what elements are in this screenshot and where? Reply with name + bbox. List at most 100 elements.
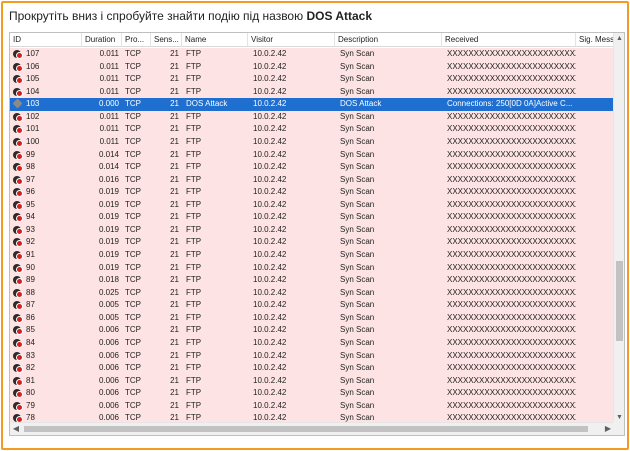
table-row[interactable]: 106 0.011 TCP 21 FTP 10.0.2.42 Syn Scan XXXXXXX…	[10, 60, 614, 74]
cell-visitor: 10.0.2.42	[253, 224, 287, 234]
vertical-scroll-thumb[interactable]	[616, 261, 623, 341]
cell-duration: 0.011	[99, 74, 119, 84]
table-row[interactable]: 82 0.006 TCP 21 FTP 10.0.2.42 Syn Scan XXXXXXXX…	[10, 362, 614, 375]
table-row[interactable]: 104 0.011 TCP 21 FTP 10.0.2.42 Syn Scan XXXXXXX…	[10, 85, 614, 99]
cell-protocol: TCP	[125, 111, 141, 121]
horizontal-scrollbar[interactable]: ◀ ▶	[10, 422, 614, 435]
table-row[interactable]: 86 0.005 TCP 21 FTP 10.0.2.42 Syn Scan XXXXXXXX…	[10, 311, 614, 325]
cell-duration: 0.011	[99, 136, 119, 146]
cell-duration: 0.014	[98, 149, 119, 159]
cell-received: XXXXXXXXXXXXXXXXXXXXXXXXX...	[447, 312, 576, 322]
cell-visitor: 10.0.2.42	[253, 237, 287, 247]
cell-id: 99	[26, 149, 35, 159]
app-frame: Прокрутіть вниз і спробуйте знайти подію…	[1, 1, 629, 450]
table-row[interactable]: 84 0.006 TCP 21 FTP 10.0.2.42 Syn Scan XXXXXXXX…	[10, 336, 614, 350]
table-row[interactable]: 90 0.019 TCP 21 FTP 10.0.2.42 Syn Scan XXXXXXXX…	[10, 261, 614, 275]
column-header-id[interactable]: ID	[10, 33, 82, 47]
cell-id: 88	[26, 287, 35, 297]
column-header-sig-message[interactable]: Sig. Message	[576, 33, 614, 47]
cell-visitor: 10.0.2.42	[253, 388, 287, 398]
column-header-description[interactable]: Description	[335, 33, 442, 47]
column-header-duration[interactable]: Duration	[82, 33, 122, 47]
table-row[interactable]: 96 0.019 TCP 21 FTP 10.0.2.42 Syn Scan XXXXXXXX…	[10, 186, 614, 199]
cell-duration: 0.019	[98, 224, 119, 234]
column-header-sensor[interactable]: Sens...	[151, 33, 182, 47]
table-row[interactable]: 95 0.019 TCP 21 FTP 10.0.2.42 Syn Scan XXXXXXXX…	[10, 198, 614, 212]
cell-id: 107	[26, 49, 40, 58]
table-row[interactable]: 81 0.006 TCP 21 FTP 10.0.2.42 Syn Scan XXXXXXXX…	[10, 374, 614, 388]
cell-id: 95	[26, 199, 35, 209]
cell-duration: 0.019	[98, 187, 119, 197]
table-row[interactable]: 94 0.019 TCP 21 FTP 10.0.2.42 Syn Scan XXXXXXXX…	[10, 211, 614, 224]
cell-description: Syn Scan	[340, 388, 375, 398]
cell-description: Syn Scan	[340, 61, 375, 71]
cell-received: XXXXXXXXXXXXXXXXXXXXXXXXX...	[447, 61, 576, 71]
bug-alert-icon	[12, 401, 23, 411]
table-row[interactable]: 87 0.005 TCP 21 FTP 10.0.2.42 Syn Scan XXXXXXXX…	[10, 299, 614, 312]
table-row[interactable]: 92 0.019 TCP 21 FTP 10.0.2.42 Syn Scan XXXXXXXX…	[10, 236, 614, 249]
cell-received: XXXXXXXXXXXXXXXXXXXXXXXXX...	[447, 325, 576, 335]
cell-name: FTP	[186, 124, 202, 134]
table-row[interactable]: 98 0.014 TCP 21 FTP 10.0.2.42 Syn Scan XXXXXXXX…	[10, 161, 614, 174]
cell-sensor: 21	[170, 300, 179, 310]
column-header-protocol[interactable]: Pro...	[122, 33, 151, 47]
cell-description: Syn Scan	[340, 337, 375, 347]
cell-visitor: 10.0.2.42	[253, 400, 287, 410]
table-row-selected[interactable]: 103 0.000 TCP 21 DOS Attack 10.0.2.42 DOS Atta…	[10, 98, 614, 111]
cell-visitor: 10.0.2.42	[253, 312, 287, 322]
table-row[interactable]: 91 0.019 TCP 21 FTP 10.0.2.42 Syn Scan XXXXXXXX…	[10, 249, 614, 262]
cell-id: 97	[26, 174, 35, 184]
cell-received: XXXXXXXXXXXXXXXXXXXXXXXXX...	[447, 111, 576, 121]
cell-visitor: 10.0.2.42	[253, 287, 287, 297]
cell-name: FTP	[186, 136, 202, 146]
cell-duration: 0.025	[98, 287, 119, 297]
scroll-left-icon[interactable]: ◀	[10, 423, 22, 435]
cell-protocol: TCP	[125, 400, 141, 410]
table-row[interactable]: 102 0.011 TCP 21 FTP 10.0.2.42 Syn Scan XXXXXXX…	[10, 110, 614, 124]
cell-duration: 0.006	[98, 375, 119, 385]
scroll-up-icon[interactable]: ▲	[614, 33, 624, 44]
column-header-name[interactable]: Name	[182, 33, 248, 47]
cell-name: FTP	[186, 325, 202, 335]
cell-visitor: 10.0.2.42	[253, 61, 287, 71]
cell-duration: 0.016	[98, 174, 119, 184]
vertical-scrollbar[interactable]: ▲ ▼	[613, 33, 624, 423]
table-row[interactable]: 93 0.019 TCP 21 FTP 10.0.2.42 Syn Scan XXXXXXXX…	[10, 223, 614, 237]
table-row[interactable]: 97 0.016 TCP 21 FTP 10.0.2.42 Syn Scan XXXXXXXX…	[10, 173, 614, 187]
cell-name: FTP	[186, 363, 202, 373]
cell-name: DOS Attack	[186, 99, 228, 109]
table-row[interactable]: 80 0.006 TCP 21 FTP 10.0.2.42 Syn Scan XXXXXXXX…	[10, 387, 614, 400]
cell-duration: 0.011	[99, 86, 119, 96]
cell-id: 102	[26, 111, 40, 121]
cell-visitor: 10.0.2.42	[253, 350, 287, 360]
table-row[interactable]: 99 0.014 TCP 21 FTP 10.0.2.42 Syn Scan XXXXXXXX…	[10, 148, 614, 162]
cell-protocol: TCP	[125, 136, 141, 146]
bug-alert-icon	[12, 200, 23, 210]
column-header-visitor[interactable]: Visitor	[248, 33, 335, 47]
cell-name: FTP	[186, 111, 202, 121]
cell-duration: 0.005	[98, 300, 119, 310]
table-row[interactable]: 88 0.025 TCP 21 FTP 10.0.2.42 Syn Scan XXXXXXXX…	[10, 286, 614, 300]
column-header-received[interactable]: Received	[442, 33, 576, 47]
horizontal-scroll-thumb[interactable]	[24, 426, 588, 432]
cell-description: Syn Scan	[340, 111, 375, 121]
cell-received: XXXXXXXXXXXXXXXXXXXXXXXXX...	[447, 363, 576, 373]
table-row[interactable]: 101 0.011 TCP 21 FTP 10.0.2.42 Syn Scan XXXXXXX…	[10, 123, 614, 136]
cell-name: FTP	[186, 49, 202, 58]
cell-visitor: 10.0.2.42	[253, 162, 287, 172]
event-grid[interactable]: ID Duration Pro... Sens... Name Visitor …	[9, 32, 625, 436]
table-row[interactable]: 89 0.018 TCP 21 FTP 10.0.2.42 Syn Scan XXXXXXXX…	[10, 274, 614, 287]
table-row[interactable]: 100 0.011 TCP 21 FTP 10.0.2.42 Syn Scan XXXXXXX…	[10, 135, 614, 149]
cell-id: 80	[26, 388, 35, 398]
cell-received: XXXXXXXXXXXXXXXXXXXXXXXXX...	[447, 124, 576, 134]
table-row[interactable]: 79 0.006 TCP 21 FTP 10.0.2.42 Syn Scan XXXXXXXX…	[10, 399, 614, 413]
table-row[interactable]: 85 0.006 TCP 21 FTP 10.0.2.42 Syn Scan XXXXXXXX…	[10, 324, 614, 337]
cell-id: 91	[26, 250, 35, 259]
table-row[interactable]: 105 0.011 TCP 21 FTP 10.0.2.42 Syn Scan XXXXXXX…	[10, 73, 614, 86]
bug-alert-icon	[12, 325, 23, 336]
cell-visitor: 10.0.2.42	[253, 136, 287, 146]
table-row[interactable]: 107 0.011 TCP 21 FTP 10.0.2.42 Syn Scan XXXXXXX…	[10, 48, 614, 61]
bug-alert-icon	[12, 275, 23, 286]
cell-protocol: TCP	[125, 388, 141, 398]
table-row[interactable]: 83 0.006 TCP 21 FTP 10.0.2.42 Syn Scan XXXXXXXX…	[10, 349, 614, 363]
